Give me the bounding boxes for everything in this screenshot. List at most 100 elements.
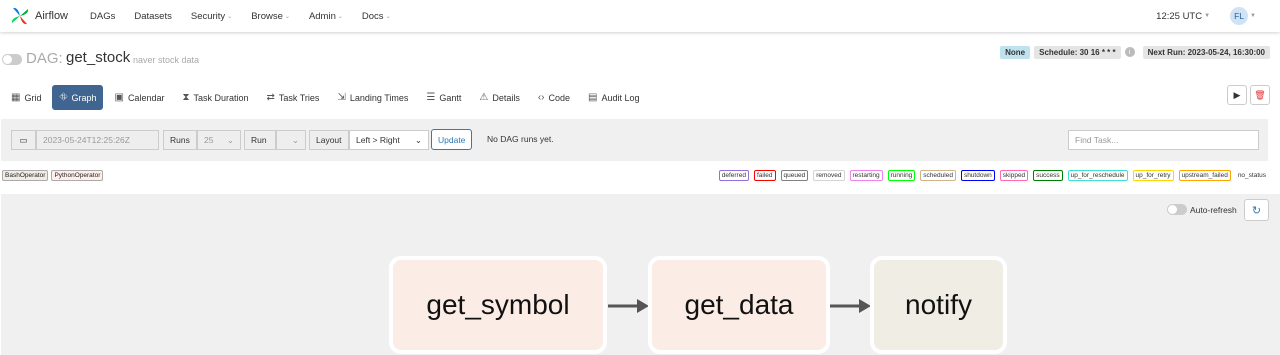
chevron-down-icon: ⌄ xyxy=(414,134,422,145)
nav-item-label: Datasets xyxy=(134,10,172,22)
task-node-get-symbol[interactable]: get_symbol xyxy=(389,256,607,354)
state-legend-no-status[interactable]: no_status xyxy=(1236,171,1268,180)
tab-gantt[interactable]: ☰ Gantt xyxy=(419,85,468,110)
state-legend-up-for-retry[interactable]: up_for_retry xyxy=(1132,170,1174,181)
graph-controls-bar: ▭ 2023-05-24T12:25:26Z Runs 25 ⌄ Run ⌄ L… xyxy=(1,119,1268,161)
dag-view-tabs: ▦ Grid ⛗ Graph ▣ Calendar ⧗ Task Duration ⇄ Task … xyxy=(4,85,651,110)
dag-description: naver stock data xyxy=(133,55,200,65)
hourglass-icon: ⧗ xyxy=(182,92,190,103)
state-legend-scheduled[interactable]: scheduled xyxy=(920,170,956,181)
dag-label: DAG: xyxy=(26,50,63,67)
graph-icon: ⛗ xyxy=(59,92,68,103)
tab-label: Task Tries xyxy=(278,92,320,103)
airflow-logo-icon xyxy=(11,7,29,25)
warning-icon: ⚠ xyxy=(479,92,489,103)
nav-item-label: Security xyxy=(190,10,226,22)
chevron-down-icon: ▼ xyxy=(1250,13,1256,19)
dag-pause-toggle[interactable] xyxy=(2,54,22,65)
state-legend-queued[interactable]: queued xyxy=(780,170,809,181)
layout-label: Layout xyxy=(309,130,349,150)
log-icon: ▤ xyxy=(588,92,598,103)
calendar-picker-button[interactable]: ▭ xyxy=(11,130,36,150)
layout-select[interactable]: Left > Right ⌄ xyxy=(349,130,429,150)
nav-item-browse[interactable]: Browse ⌄ xyxy=(251,11,290,22)
tab-label: Task Duration xyxy=(193,92,249,103)
tab-label: Calendar xyxy=(127,92,165,103)
nav-item-security[interactable]: Security ⌄ xyxy=(191,11,232,22)
find-task-input[interactable]: Find Task... xyxy=(1068,130,1259,150)
chevron-down-icon: ⌄ xyxy=(284,13,290,20)
state-legend-restarting[interactable]: restarting xyxy=(849,170,883,181)
tab-task-tries[interactable]: ⇄ Task Tries xyxy=(260,85,327,110)
dag-state-badge: None xyxy=(1000,45,1031,59)
tab-code[interactable]: ‹› Code xyxy=(531,85,577,110)
update-button[interactable]: Update xyxy=(431,129,473,150)
nav-item-admin[interactable]: Admin ⌄ xyxy=(309,11,343,22)
state-legend-up-for-reschedule[interactable]: up_for_reschedule xyxy=(1067,170,1128,181)
next-run-badge: Next Run: 2023-05-24, 16:30:00 xyxy=(1142,45,1270,59)
nav-item-label: Docs xyxy=(361,10,384,22)
run-select[interactable]: ⌄ xyxy=(276,130,306,150)
trigger-dag-button[interactable]: ▶ xyxy=(1227,85,1247,105)
base-date-input[interactable]: 2023-05-24T12:25:26Z xyxy=(36,130,159,150)
chevron-down-icon: ⌄ xyxy=(385,13,391,20)
tab-label: Details xyxy=(492,92,520,103)
runs-value: 25 xyxy=(204,135,214,145)
state-legend-removed[interactable]: removed xyxy=(813,170,845,181)
task-node-get-data[interactable]: get_data xyxy=(648,256,830,354)
chevron-down-icon: ⌄ xyxy=(226,134,234,145)
task-label: get_data xyxy=(684,289,794,320)
current-time: 12:25 UTC xyxy=(1156,10,1203,22)
tab-label: Graph xyxy=(71,92,97,103)
graph-canvas[interactable]: Auto-refresh ↻ get_symbol get_data notif… xyxy=(1,194,1280,355)
clock-dropdown[interactable]: 12:25 UTC ▼ xyxy=(1156,11,1210,22)
airflow-brand[interactable]: Airflow xyxy=(9,5,68,27)
tab-calendar[interactable]: ▣ Calendar xyxy=(107,85,171,110)
dag-header: DAG: get_stock naver stock data None Sch… xyxy=(0,45,1280,72)
operator-legend-item: PythonOperator xyxy=(51,170,104,181)
tab-landing-times[interactable]: ⇲ Landing Times xyxy=(330,85,415,110)
state-legend-shutdown[interactable]: shutdown xyxy=(960,170,995,181)
tab-graph[interactable]: ⛗ Graph xyxy=(52,85,104,110)
nav-item-docs[interactable]: Docs ⌄ xyxy=(362,11,391,22)
play-icon: ▶ xyxy=(1233,89,1241,100)
gantt-icon: ☰ xyxy=(426,92,436,103)
calendar-icon: ▭ xyxy=(19,134,28,145)
runs-label: Runs xyxy=(163,130,197,150)
nav-item-label: DAGs xyxy=(90,10,116,22)
tab-audit-log[interactable]: ▤ Audit Log xyxy=(581,85,646,110)
state-legend-skipped[interactable]: skipped xyxy=(999,170,1029,181)
state-legend-running[interactable]: running xyxy=(887,170,916,181)
chevron-down-icon: ⌄ xyxy=(337,13,343,20)
chevron-down-icon: ▼ xyxy=(1204,13,1211,19)
state-legend-deferred[interactable]: deferred xyxy=(718,170,749,181)
state-legend: deferred failed queued removed restarting run… xyxy=(714,170,1268,181)
tab-label: Landing Times xyxy=(349,92,409,103)
chevron-down-icon: ⌄ xyxy=(227,13,233,20)
operator-legend: BashOperator PythonOperator xyxy=(2,170,106,181)
nav-item-label: Browse xyxy=(251,10,283,22)
tab-grid[interactable]: ▦ Grid xyxy=(4,85,48,110)
state-legend-success[interactable]: success xyxy=(1033,170,1063,181)
code-icon: ‹› xyxy=(537,92,545,103)
layout-value: Left > Right xyxy=(356,135,400,145)
runs-select[interactable]: 25 ⌄ xyxy=(197,130,241,150)
user-menu[interactable]: FL ▼ xyxy=(1230,7,1256,25)
delete-dag-button[interactable]: 🗑 xyxy=(1250,85,1270,105)
top-navbar: Airflow DAGs Datasets Security ⌄ Browse ⌄ Admi… xyxy=(0,0,1280,32)
task-label: get_symbol xyxy=(426,289,570,320)
no-runs-message: No DAG runs yet. xyxy=(487,134,554,144)
tab-details[interactable]: ⚠ Details xyxy=(472,85,526,110)
tab-label: Gantt xyxy=(439,92,462,103)
tab-task-duration[interactable]: ⧗ Task Duration xyxy=(175,85,255,110)
nav-item-label: Admin xyxy=(308,10,336,22)
nav-item-dags[interactable]: DAGs xyxy=(90,11,115,22)
nav-item-datasets[interactable]: Datasets xyxy=(134,11,172,22)
task-node-notify[interactable]: notify xyxy=(870,256,1007,354)
info-icon[interactable]: i xyxy=(1124,47,1135,57)
state-legend-failed[interactable]: failed xyxy=(753,170,776,181)
tab-label: Grid xyxy=(24,92,42,103)
task-label: notify xyxy=(905,289,972,320)
retry-icon: ⇄ xyxy=(266,92,275,103)
state-legend-upstream-failed[interactable]: upstream_failed xyxy=(1178,170,1231,181)
